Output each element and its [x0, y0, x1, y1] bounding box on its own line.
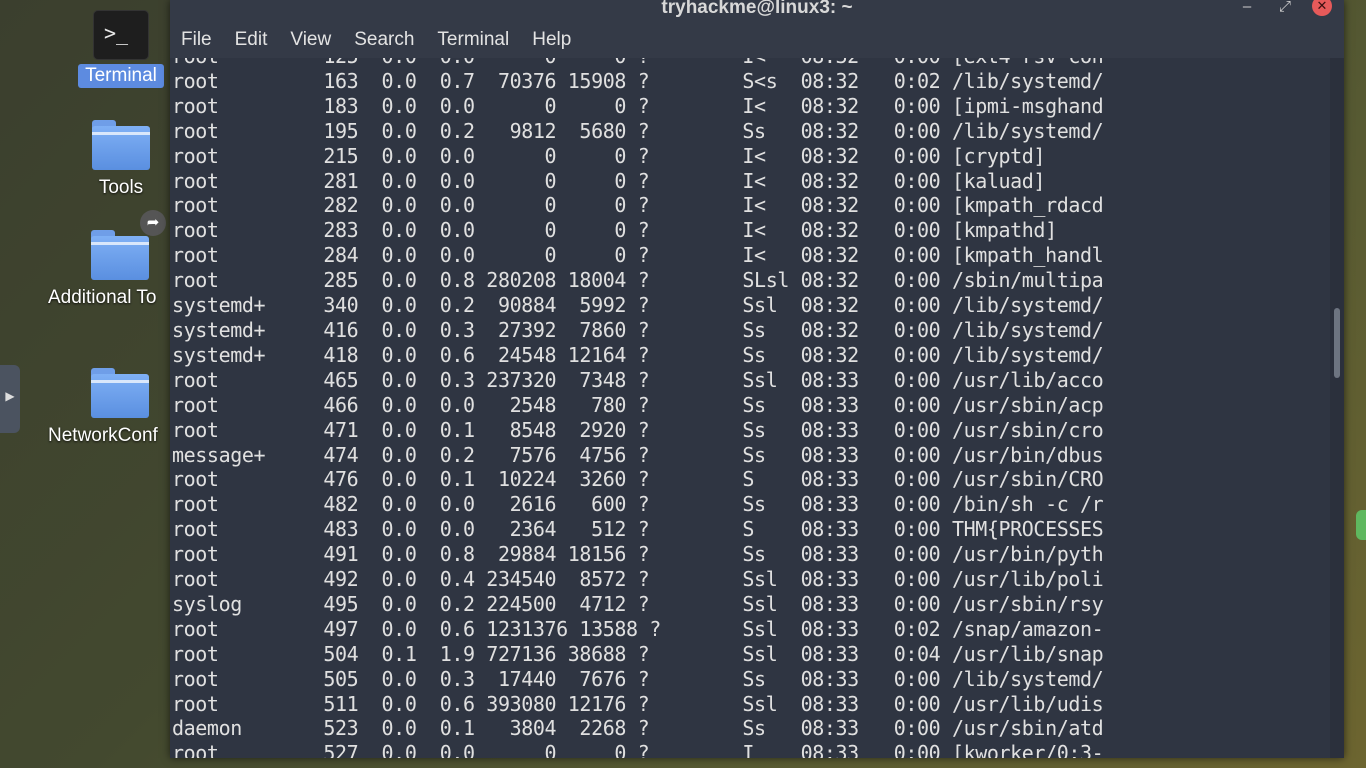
terminal-output: root 125 0.0 0.0 0 0 ? I< 08:32 0:00 [ex… — [172, 58, 1104, 758]
terminal-line: root 195 0.0 0.2 9812 5680 ? Ss 08:32 0:… — [172, 118, 1104, 143]
desktop-icon-label: NetworkConf — [48, 425, 158, 446]
terminal-app-icon: >_ — [93, 10, 149, 60]
minimize-button[interactable]: – — [1236, 0, 1258, 15]
menu-bar: File Edit View Search Terminal Help — [170, 22, 1344, 58]
window-controls: – ⤢ ✕ — [1236, 0, 1332, 16]
maximize-button[interactable]: ⤢ — [1274, 0, 1296, 15]
terminal-line: root 465 0.0 0.3 237320 7348 ? Ssl 08:33… — [172, 367, 1104, 392]
folder-icon — [91, 228, 149, 282]
terminal-line: root 505 0.0 0.3 17440 7676 ? Ss 08:33 0… — [172, 666, 1104, 691]
terminal-line: root 466 0.0 0.0 2548 780 ? Ss 08:33 0:0… — [172, 392, 1104, 417]
menu-view[interactable]: View — [290, 29, 331, 51]
menu-edit[interactable]: Edit — [235, 29, 268, 51]
terminal-line: root 482 0.0 0.0 2616 600 ? Ss 08:33 0:0… — [172, 492, 1104, 517]
folder-icon — [91, 366, 149, 420]
terminal-line: root 285 0.0 0.8 280208 18004 ? SLsl 08:… — [172, 268, 1104, 293]
desktop-icon-terminal[interactable]: >_ Terminal — [56, 10, 186, 88]
terminal-line: systemd+ 416 0.0 0.3 27392 7860 ? Ss 08:… — [172, 317, 1104, 342]
terminal-line: root 163 0.0 0.7 70376 15908 ? S<s 08:32… — [172, 68, 1104, 93]
menu-terminal[interactable]: Terminal — [437, 29, 509, 51]
close-button[interactable]: ✕ — [1312, 0, 1332, 16]
scrollbar-thumb[interactable] — [1334, 308, 1340, 378]
menu-file[interactable]: File — [181, 29, 212, 51]
terminal-line: root 483 0.0 0.0 2364 512 ? S 08:33 0:00… — [172, 517, 1104, 542]
terminal-line: root 183 0.0 0.0 0 0 ? I< 08:32 0:00 [ip… — [172, 93, 1104, 118]
terminal-line: root 281 0.0 0.0 0 0 ? I< 08:32 0:00 [ka… — [172, 168, 1046, 193]
terminal-line: root 511 0.0 0.6 393080 12176 ? Ssl 08:3… — [172, 691, 1104, 716]
terminal-line: daemon 523 0.0 0.1 3804 2268 ? Ss 08:33 … — [172, 716, 1104, 741]
desktop-icon-tools[interactable]: Tools — [56, 118, 186, 200]
terminal-line: systemd+ 340 0.0 0.2 90884 5992 ? Ssl 08… — [172, 293, 1104, 318]
desktop-icon-label: Terminal — [78, 64, 164, 88]
terminal-scrollbar[interactable] — [1330, 58, 1344, 758]
terminal-line: root 283 0.0 0.0 0 0 ? I< 08:32 0:00 [km… — [172, 218, 1057, 243]
terminal-line: root 492 0.0 0.4 234540 8572 ? Ssl 08:33… — [172, 567, 1104, 592]
terminal-line: message+ 474 0.0 0.2 7576 4756 ? Ss 08:3… — [172, 442, 1104, 467]
terminal-line: root 215 0.0 0.0 0 0 ? I< 08:32 0:00 [cr… — [172, 143, 1046, 168]
terminal-window: tryhackme@linux3: ~ – ⤢ ✕ File Edit View… — [170, 0, 1344, 758]
terminal-line: root 125 0.0 0.0 0 0 ? I< 08:32 0:00 [ex… — [172, 58, 1104, 68]
menu-help[interactable]: Help — [532, 29, 571, 51]
play-arrow-icon: ▶ — [5, 389, 15, 403]
panel-expand-handle[interactable]: ▶ — [0, 365, 20, 433]
terminal-output-area[interactable]: root 125 0.0 0.0 0 0 ? I< 08:32 0:00 [ex… — [170, 58, 1330, 758]
menu-search[interactable]: Search — [354, 29, 414, 51]
desktop-icon-label: Additional To — [48, 287, 157, 308]
terminal-line: root 527 0.0 0.0 0 0 ? I 08:33 0:00 [kwo… — [172, 741, 1104, 758]
terminal-line: syslog 495 0.0 0.2 224500 4712 ? Ssl 08:… — [172, 591, 1104, 616]
share-arrow-icon: ➦ — [140, 210, 166, 236]
edge-indicator — [1356, 510, 1366, 540]
window-title: tryhackme@linux3: ~ — [661, 0, 853, 18]
terminal-line: root 504 0.1 1.9 727136 38688 ? Ssl 08:3… — [172, 641, 1104, 666]
folder-icon — [92, 118, 150, 172]
terminal-line: systemd+ 418 0.0 0.6 24548 12164 ? Ss 08… — [172, 342, 1104, 367]
terminal-line: root 476 0.0 0.1 10224 3260 ? S 08:33 0:… — [172, 467, 1104, 492]
desktop-icon-label: Tools — [98, 177, 144, 198]
terminal-line: root 471 0.0 0.1 8548 2920 ? Ss 08:33 0:… — [172, 417, 1104, 442]
terminal-line: root 497 0.0 0.6 1231376 13588 ? Ssl 08:… — [172, 616, 1104, 641]
terminal-line: root 284 0.0 0.0 0 0 ? I< 08:32 0:00 [km… — [172, 243, 1104, 268]
terminal-line: root 491 0.0 0.8 29884 18156 ? Ss 08:33 … — [172, 542, 1104, 567]
window-titlebar[interactable]: tryhackme@linux3: ~ – ⤢ ✕ — [170, 0, 1344, 22]
terminal-line: root 282 0.0 0.0 0 0 ? I< 08:32 0:00 [km… — [172, 193, 1104, 218]
